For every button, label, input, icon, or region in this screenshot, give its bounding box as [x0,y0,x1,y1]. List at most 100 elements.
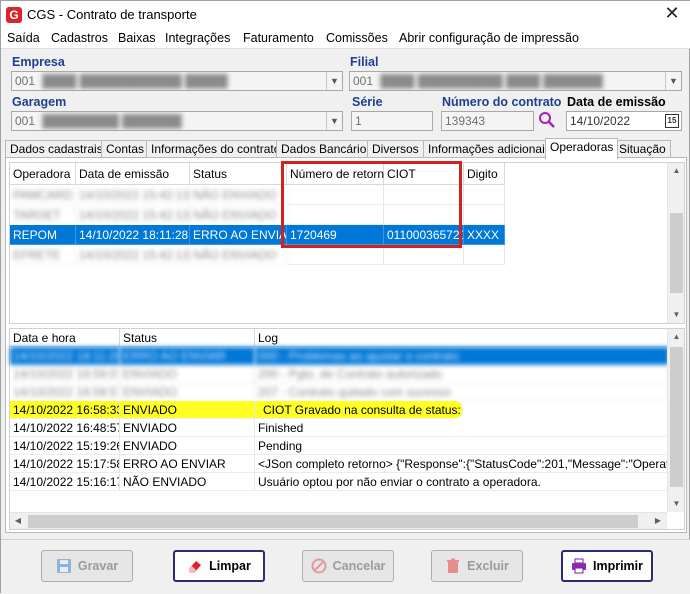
limpar-button[interactable]: Limpar [173,550,265,582]
scroll-down-icon[interactable]: ▼ [668,307,685,323]
col-data-emissao[interactable]: Data de emissão [76,163,190,185]
cell-data-hora: 14/10/2022 15:16:17 [10,473,120,491]
cancelar-button[interactable]: Cancelar [302,550,394,582]
gravar-label: Gravar [77,559,119,573]
limpar-label: Limpar [209,559,251,573]
tab-operadoras[interactable]: Operadoras [545,138,619,159]
tab-dados-cadastrais[interactable]: Dados cadastrais [5,140,108,158]
menu-saida[interactable]: Saída [7,31,40,45]
col-ciot[interactable]: CIOT [384,163,464,185]
cell-log: 207 - Contrato quitado com sucesso [255,383,669,401]
col-log[interactable]: Log [255,329,669,347]
cell-operadora: REPOM [10,225,76,245]
cell-status: ERRO AO ENVIAR [120,455,255,473]
cell-retorno: 1720469 [287,225,384,245]
cell-data-hora: 14/10/2022 16:58:33 [10,401,120,419]
data-emissao-field[interactable]: 14/10/2022 15 [566,111,682,131]
garagem-name-redacted: █████████ ███████ [42,114,182,128]
tab-strip: Dados cadastrais Contas Informações do c… [5,138,687,159]
cell-status: ENVIADO [120,401,255,419]
chevron-down-icon[interactable]: ▼ [326,72,342,90]
menu-faturamento[interactable]: Faturamento [243,31,314,45]
cell-status: ERRO AO ENVIAR [120,347,255,365]
cell-status: ENVIADO [120,437,255,455]
main-window: G CGS - Contrato de transporte ✕ Saída C… [0,0,690,594]
cell-status: NÃO ENVIADO [190,245,287,265]
scroll-left-icon[interactable]: ◀ [10,513,26,529]
empresa-label: Empresa [12,55,65,69]
cell-data: 14/10/2022 15:42:13 [76,245,190,265]
scroll-right-icon[interactable]: ▶ [650,513,666,529]
search-icon[interactable] [538,111,556,129]
cell-status: ENVIADO [120,383,255,401]
hscroll-thumb[interactable] [28,515,638,528]
tab-contas[interactable]: Contas [101,140,150,158]
chevron-down-icon[interactable]: ▼ [326,112,342,130]
scroll-up-icon[interactable]: ▲ [668,329,685,345]
tab-dados-bancarios[interactable]: Dados Bancários [276,140,378,158]
log-hscrollbar[interactable]: ◀ ▶ [10,512,667,529]
garagem-value: 001 [15,114,36,128]
trash-icon [447,558,460,573]
gravar-button[interactable]: Gravar [41,550,133,582]
serie-field[interactable]: 1 [351,111,433,131]
menu-integracoes[interactable]: Integrações [165,31,230,45]
cell-log: 200 - Pgto. de Contrato autorizado [255,365,669,383]
col-status[interactable]: Status [190,163,287,185]
menu-comissoes[interactable]: Comissões [326,31,388,45]
cancel-icon [311,558,327,574]
cancelar-label: Cancelar [332,559,386,573]
menu-baixas[interactable]: Baixas [118,31,156,45]
calendar-icon[interactable]: 15 [665,114,679,128]
menu-abrir-configuracao-impressao[interactable]: Abrir configuração de impressão [399,31,579,45]
scroll-down-icon[interactable]: ▼ [668,496,685,512]
cell-ciot [384,245,464,265]
garagem-label: Garagem [12,95,67,109]
tab-informacoes-contrato[interactable]: Informações do contrato [146,140,286,158]
cell-ciot: 011000365720 [384,225,464,245]
log-vscrollbar[interactable]: ▲ ▼ [667,329,684,512]
chevron-down-icon[interactable]: ▼ [665,72,681,90]
cell-status: ENVIADO [120,419,255,437]
cell-ciot [384,205,464,225]
cell-retorno [287,185,384,205]
cell-data-hora: 14/10/2022 16:59:07 [10,365,120,383]
operators-vscrollbar[interactable]: ▲ ▼ [667,163,684,323]
col-operadora[interactable]: Operadora [10,163,76,185]
tab-informacoes-adicionais[interactable]: Informações adicionais [423,140,556,158]
scroll-up-icon[interactable]: ▲ [668,163,685,179]
cell-operadora: PAMCARD [10,185,76,205]
tab-situacao[interactable]: Situação [614,140,671,158]
operators-grid: Operadora Data de emissão Status Número … [9,162,685,324]
cell-digito: XXXX [464,225,505,245]
scroll-thumb[interactable] [670,213,683,293]
menu-bar: Saída Cadastros Baixas Integrações Fatur… [1,29,690,49]
cell-retorno [287,205,384,225]
cell-digito [464,205,505,225]
cell-data-hora: 14/10/2022 18:11:28 [10,347,120,365]
cell-status: NÃO ENVIADO [190,185,287,205]
garagem-select[interactable]: 001 █████████ ███████ ▼ [11,111,343,131]
col-data-hora[interactable]: Data e hora [10,329,120,347]
cell-data-hora: 14/10/2022 16:58:57 [10,383,120,401]
cell-data-hora: 14/10/2022 16:48:57 [10,419,120,437]
cell-operadora: TARGET [10,205,76,225]
title-bar: G CGS - Contrato de transporte ✕ [1,1,690,29]
cell-data: 14/10/2022 15:42:13 [76,205,190,225]
empresa-select[interactable]: 001 ████ ████████████ █████ ▼ [11,71,343,91]
tab-diversos[interactable]: Diversos [367,140,424,158]
operadoras-panel: Operadora Data de emissão Status Número … [5,157,687,533]
col-digito[interactable]: Digito [464,163,505,185]
col-numero-retorno[interactable]: Número de retorno [287,163,391,185]
close-icon[interactable]: ✕ [661,3,683,24]
cell-log: Finished [255,419,669,437]
col-log-status[interactable]: Status [120,329,255,347]
menu-cadastros[interactable]: Cadastros [51,31,108,45]
scroll-thumb[interactable] [670,347,683,487]
cell-data-hora: 14/10/2022 15:19:26 [10,437,120,455]
excluir-button[interactable]: Excluir [431,550,523,582]
cell-digito [464,245,505,265]
imprimir-button[interactable]: Imprimir [561,550,653,582]
filial-select[interactable]: 001 ████ ██████████ ████ ███████ ▼ [349,71,682,91]
numero-contrato-field[interactable]: 139343 [441,111,534,131]
